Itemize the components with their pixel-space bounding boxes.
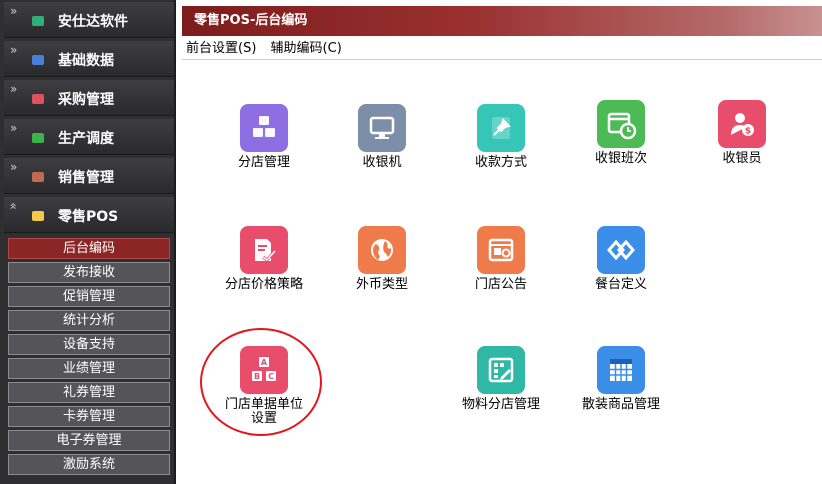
expand-chevron-icon: » (10, 121, 18, 135)
pin-icon (477, 104, 525, 152)
tile-payment-method[interactable]: 收款方式 (451, 104, 551, 170)
sidebar-module-sales[interactable]: » 销售管理 (4, 158, 174, 194)
sidebar-module-label: 采购管理 (58, 92, 114, 108)
page-title: 零售POS-后台编码 (182, 6, 822, 36)
sidebar-item-card-voucher[interactable]: 卡券管理 (8, 406, 170, 427)
globe-icon (358, 226, 406, 274)
cashier-icon: $ (718, 100, 766, 148)
collapse-chevron-icon: « (6, 202, 21, 210)
sidebar-module-purchase[interactable]: » 采购管理 (4, 80, 174, 116)
sidebar-module-ansida[interactable]: » 安仕达软件 (4, 2, 174, 38)
sidebar-item-publish-receive[interactable]: 发布接收 (8, 262, 170, 283)
tile-foreign-currency[interactable]: 外币类型 (332, 226, 432, 292)
tile-label: 收银班次 (594, 151, 647, 166)
menu-frontend-settings[interactable]: 前台设置(S) (186, 41, 256, 56)
menu-bar: 前台设置(S) 辅助编码(C) (182, 38, 822, 60)
sidebar-item-gift-voucher[interactable]: 礼券管理 (8, 382, 170, 403)
sidebar-item-incentive[interactable]: 激励系统 (8, 454, 170, 475)
tile-bulk-goods[interactable]: 散装商品管理 (571, 346, 671, 412)
sidebar-item-statistics[interactable]: 统计分析 (8, 310, 170, 331)
expand-chevron-icon: » (10, 4, 18, 18)
module-icon (32, 211, 44, 221)
sidebar-module-production[interactable]: » 生产调度 (4, 119, 174, 155)
tile-label: 物料分店管理 (462, 397, 541, 412)
sidebar-module-label: 基础数据 (58, 53, 114, 69)
tile-branch-management[interactable]: 分店管理 (214, 104, 314, 170)
tile-label: 分店管理 (237, 155, 290, 170)
menu-aux-coding[interactable]: 辅助编码(C) (271, 41, 342, 56)
sidebar-item-performance[interactable]: 业绩管理 (8, 358, 170, 379)
diamond-link-icon (597, 226, 645, 274)
sidebar-item-promotion[interactable]: 促销管理 (8, 286, 170, 307)
expand-chevron-icon: » (10, 43, 18, 57)
tile-table-definition[interactable]: 餐台定义 (571, 226, 671, 292)
highlight-circle (200, 328, 322, 436)
sidebar-module-label: 零售POS (58, 209, 119, 225)
sidebar-module-retail-pos[interactable]: « 零售POS (4, 197, 174, 233)
tile-cash-register[interactable]: 收银机 (332, 104, 432, 170)
tile-label: 收款方式 (474, 155, 527, 170)
sidebar: » 安仕达软件 » 基础数据 » 采购管理 » 生产调度 » 销售管理 « 零售… (0, 0, 176, 484)
table-icon (597, 346, 645, 394)
tile-label: 收银机 (362, 155, 402, 170)
tile-label: 餐台定义 (594, 277, 647, 292)
calendar-clock-icon (597, 100, 645, 148)
expand-chevron-icon: » (10, 82, 18, 96)
module-icon (32, 16, 44, 26)
tile-cashier[interactable]: $ 收银员 (692, 100, 792, 166)
monitor-icon (358, 104, 406, 152)
tile-label: 分店价格策略 (225, 277, 304, 292)
grid-edit-icon (477, 346, 525, 394)
tile-material-branch[interactable]: 物料分店管理 (451, 346, 551, 412)
sidebar-module-label: 安仕达软件 (58, 14, 128, 30)
tile-label: 散装商品管理 (582, 397, 661, 412)
sidebar-module-label: 销售管理 (58, 170, 114, 186)
tile-cashier-shift[interactable]: 收银班次 (571, 100, 671, 166)
svg-text:$: $ (745, 127, 751, 137)
cubes-icon (240, 104, 288, 152)
module-icon (32, 133, 44, 143)
tile-label: 收银员 (722, 151, 762, 166)
module-icon (32, 172, 44, 182)
module-icon (32, 55, 44, 65)
sidebar-module-base-data[interactable]: » 基础数据 (4, 41, 174, 77)
module-icon (32, 94, 44, 104)
document-edit-icon (240, 226, 288, 274)
sidebar-item-device-support[interactable]: 设备支持 (8, 334, 170, 355)
notice-icon (477, 226, 525, 274)
sidebar-module-label: 生产调度 (58, 131, 114, 147)
expand-chevron-icon: » (10, 160, 18, 174)
sidebar-item-e-voucher[interactable]: 电子券管理 (8, 430, 170, 451)
tile-branch-price-strategy[interactable]: 分店价格策略 (214, 226, 314, 292)
sidebar-item-backend-coding[interactable]: 后台编码 (8, 238, 170, 259)
tile-label: 门店公告 (474, 277, 527, 292)
tile-label: 外币类型 (355, 277, 408, 292)
tile-store-notice[interactable]: 门店公告 (451, 226, 551, 292)
